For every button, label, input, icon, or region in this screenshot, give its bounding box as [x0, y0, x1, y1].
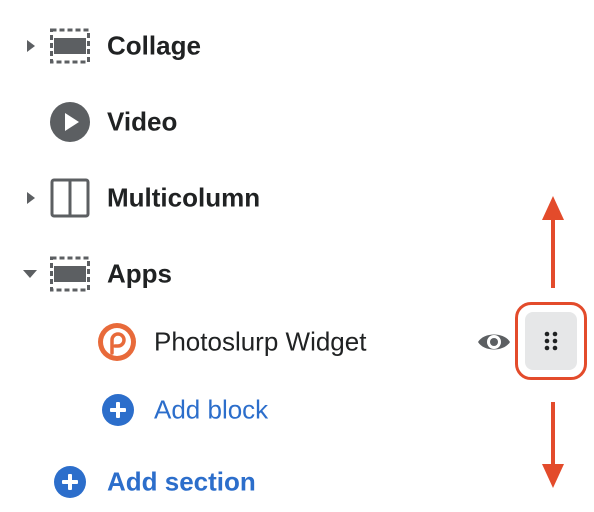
plus-circle-icon: [101, 393, 135, 427]
section-label-apps: Apps: [107, 258, 172, 289]
add-block-label: Add block: [154, 394, 269, 425]
section-item-apps[interactable]: Apps: [0, 250, 594, 298]
add-section-label: Add section: [107, 466, 256, 497]
multicolumn-icon: [49, 177, 91, 219]
play-circle-icon: [49, 101, 91, 143]
caret-down-icon[interactable]: [21, 265, 39, 283]
eye-icon[interactable]: [476, 329, 512, 355]
collage-icon: [49, 25, 91, 67]
caret-right-icon[interactable]: [22, 189, 40, 207]
apps-icon: [49, 253, 91, 295]
drag-dots-icon: [544, 331, 558, 351]
drag-handle-highlight[interactable]: [515, 302, 587, 380]
section-label-video: Video: [107, 106, 178, 137]
photoslurp-logo-icon: [96, 321, 138, 363]
section-item-collage[interactable]: Collage: [0, 22, 594, 70]
caret-right-icon[interactable]: [22, 37, 40, 55]
section-item-multicolumn[interactable]: Multicolumn: [0, 174, 594, 222]
section-label-multicolumn: Multicolumn: [107, 182, 261, 213]
plus-circle-icon: [53, 465, 87, 499]
add-block-button[interactable]: Add block: [0, 386, 594, 434]
block-label-photoslurp-widget: Photoslurp Widget: [154, 326, 367, 357]
drag-handle-button[interactable]: [525, 312, 577, 370]
add-section-button[interactable]: Add section: [0, 458, 594, 506]
block-item-photoslurp-widget[interactable]: Photoslurp Widget: [0, 318, 594, 366]
arrow-up-icon: [540, 194, 566, 288]
section-item-video[interactable]: Video: [0, 98, 594, 146]
section-label-collage: Collage: [107, 30, 201, 61]
